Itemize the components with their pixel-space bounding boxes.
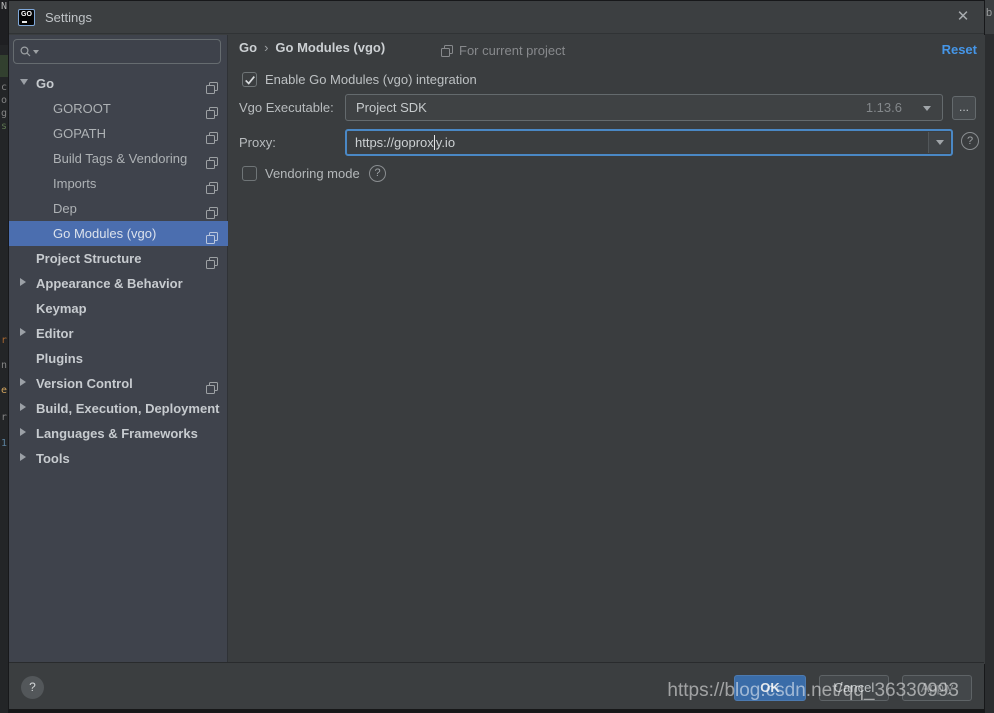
sidebar-item-dep[interactable]: Dep <box>9 196 228 221</box>
current-project-badge-icon <box>206 177 218 194</box>
background-editor-strip-left: N c o g s r n e r 1 <box>0 0 8 713</box>
sidebar-item-build-execution-deployment[interactable]: Build, Execution, Deployment <box>9 396 228 421</box>
sidebar-item-build-tags-vendoring[interactable]: Build Tags & Vendoring <box>9 146 228 171</box>
tree-collapsed-icon[interactable] <box>20 403 26 411</box>
close-icon[interactable]: ✕ <box>950 5 976 29</box>
sidebar-item-label: Imports <box>53 176 97 191</box>
sidebar-item-go-modules-vgo[interactable]: Go Modules (vgo) <box>9 221 228 246</box>
vgo-browse-button[interactable]: ... <box>952 96 976 120</box>
breadcrumb: Go › Go Modules (vgo) <box>239 40 385 55</box>
sidebar-item-languages-frameworks[interactable]: Languages & Frameworks <box>9 421 228 446</box>
sidebar-item-project-structure[interactable]: Project Structure <box>9 246 228 271</box>
search-options-chevron-icon[interactable] <box>33 49 39 54</box>
tree-expanded-icon[interactable] <box>20 79 28 85</box>
sidebar-item-go[interactable]: Go <box>9 71 228 96</box>
vendoring-checkbox[interactable] <box>242 166 257 181</box>
vendoring-help-icon[interactable]: ? <box>369 165 386 182</box>
tree-collapsed-icon[interactable] <box>20 328 26 336</box>
vgo-executable-label: Vgo Executable: <box>239 100 334 115</box>
current-project-badge-icon <box>441 44 453 57</box>
screen: N c o g s r n e r 1 b GO Settings ✕ Go G… <box>0 0 994 713</box>
search-input[interactable] <box>43 44 203 59</box>
dialog-footer: ? OK Cancel Apply <box>9 662 984 712</box>
enable-vgo-label: Enable Go Modules (vgo) integration <box>265 72 477 87</box>
tree-collapsed-icon[interactable] <box>20 278 26 286</box>
proxy-help-icon[interactable]: ? <box>961 132 979 150</box>
tree-collapsed-icon[interactable] <box>20 453 26 461</box>
current-project-badge-icon <box>206 227 218 244</box>
goland-app-icon: GO <box>18 8 35 26</box>
reset-link[interactable]: Reset <box>942 42 977 57</box>
sidebar-item-label: Dep <box>53 201 77 216</box>
sidebar-item-label: GOROOT <box>53 101 111 116</box>
vgo-executable-value: Project SDK <box>356 100 427 115</box>
sidebar-item-label: Languages & Frameworks <box>36 426 198 441</box>
proxy-dropdown-button[interactable] <box>928 132 950 153</box>
tree-collapsed-icon[interactable] <box>20 428 26 436</box>
sidebar-item-label: Version Control <box>36 376 133 391</box>
sidebar-item-version-control[interactable]: Version Control <box>9 371 228 396</box>
vendoring-label: Vendoring mode <box>265 166 360 181</box>
help-button[interactable]: ? <box>21 676 44 699</box>
sidebar-item-label: Go <box>36 76 55 91</box>
sidebar-item-label: Plugins <box>36 351 83 366</box>
vendoring-checkbox-row[interactable]: Vendoring mode <box>242 166 360 181</box>
settings-tree: Go GOROOT GOPATH Build Tags & Vendoring Impo… <box>9 71 228 471</box>
sidebar-item-goroot[interactable]: GOROOT <box>9 96 228 121</box>
ok-button[interactable]: OK <box>734 675 806 701</box>
settings-sidebar: Go GOROOT GOPATH Build Tags & Vendoring Impo… <box>9 35 228 664</box>
sidebar-item-gopath[interactable]: GOPATH <box>9 121 228 146</box>
current-project-badge-icon <box>206 152 218 169</box>
sidebar-item-keymap[interactable]: Keymap <box>9 296 228 321</box>
settings-search-box[interactable] <box>13 39 221 64</box>
sidebar-item-label: GOPATH <box>53 126 106 141</box>
proxy-input[interactable]: https://goprox y.io <box>345 129 953 156</box>
proxy-value: https://goprox <box>355 135 434 150</box>
enable-vgo-checkbox-row[interactable]: Enable Go Modules (vgo) integration <box>242 72 477 87</box>
background-editor-strip-right: b <box>985 0 994 713</box>
tree-collapsed-icon[interactable] <box>20 378 26 386</box>
checkmark-icon <box>245 76 255 85</box>
current-project-badge-icon <box>206 127 218 144</box>
sidebar-item-label: Editor <box>36 326 74 341</box>
apply-button[interactable]: Apply <box>902 675 972 701</box>
current-project-badge-icon <box>206 202 218 219</box>
sidebar-item-label: Appearance & Behavior <box>36 276 183 291</box>
sidebar-item-label: Tools <box>36 451 70 466</box>
sidebar-item-imports[interactable]: Imports <box>9 171 228 196</box>
sidebar-item-plugins[interactable]: Plugins <box>9 346 228 371</box>
search-icon <box>20 46 31 57</box>
sidebar-item-label: Build Tags & Vendoring <box>53 151 188 166</box>
sidebar-item-label: Build, Execution, Deployment <box>36 401 220 416</box>
sidebar-item-tools[interactable]: Tools <box>9 446 228 471</box>
dialog-titlebar: GO Settings ✕ <box>9 1 984 34</box>
settings-main-panel: Go › Go Modules (vgo) For current project … <box>229 35 985 664</box>
dialog-title: Settings <box>45 9 92 25</box>
vgo-executable-select[interactable]: Project SDK 1.13.6 <box>345 94 943 121</box>
cancel-button[interactable]: Cancel <box>819 675 889 701</box>
current-project-badge-icon <box>206 102 218 119</box>
breadcrumb-parent[interactable]: Go <box>239 40 257 55</box>
current-project-badge-icon <box>206 377 218 394</box>
current-project-badge-icon <box>206 77 218 94</box>
enable-vgo-checkbox[interactable] <box>242 72 257 87</box>
chevron-down-icon <box>935 140 944 145</box>
current-project-badge-icon <box>206 252 218 269</box>
sidebar-item-label: Go Modules (vgo) <box>53 226 157 241</box>
proxy-label: Proxy: <box>239 135 276 150</box>
sidebar-item-label: Keymap <box>36 301 87 316</box>
breadcrumb-current: Go Modules (vgo) <box>275 40 386 55</box>
breadcrumb-separator: › <box>264 40 269 55</box>
sidebar-item-label: Project Structure <box>36 251 142 266</box>
settings-dialog: GO Settings ✕ Go GOROOT GOPATH Build Tags &… <box>8 0 985 713</box>
sidebar-item-appearance-behavior[interactable]: Appearance & Behavior <box>9 271 228 296</box>
vgo-sdk-version: 1.13.6 <box>865 100 902 115</box>
chevron-down-icon <box>923 106 931 111</box>
scope-note: For current project <box>441 43 565 58</box>
sidebar-item-editor[interactable]: Editor <box>9 321 228 346</box>
